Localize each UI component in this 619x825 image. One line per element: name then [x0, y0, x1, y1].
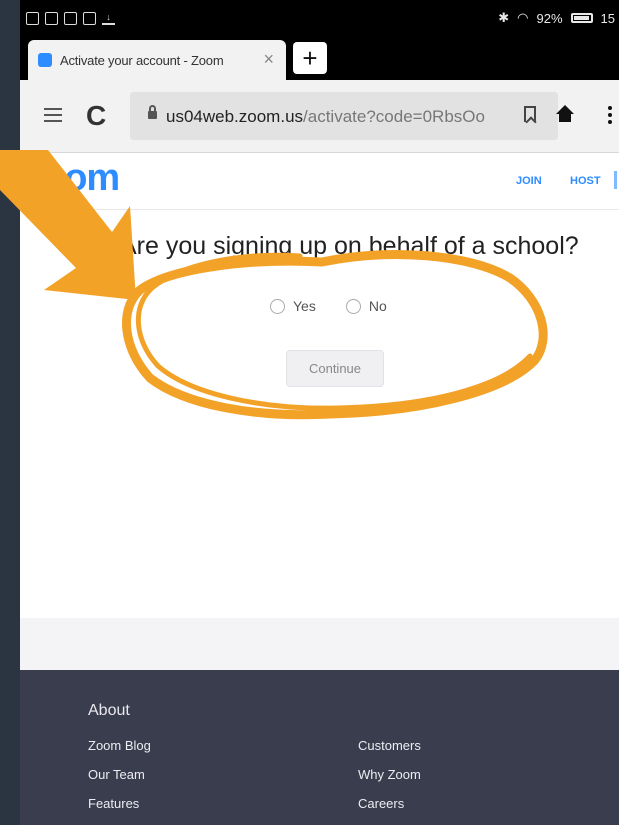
nav-menu-icon[interactable]: [614, 171, 617, 189]
app-icon: [64, 12, 77, 25]
address-bar[interactable]: us04web.zoom.us/activate?code=0RbsOo: [130, 92, 558, 140]
radio-no[interactable]: [345, 298, 361, 314]
radio-no-label: No: [368, 298, 387, 314]
zoom-logo[interactable]: zoom: [24, 157, 120, 200]
bookmark-icon[interactable]: [524, 106, 536, 122]
more-icon[interactable]: [608, 106, 612, 127]
battery-icon: [570, 13, 593, 23]
notification-icon: [26, 12, 39, 25]
zoom-favicon-icon: [38, 53, 52, 67]
phone-screen: ↓ ✱ ◠ 92% 15 Activate your account - Zoo…: [20, 0, 619, 825]
status-bar: ↓ ✱ ◠ 92% 15: [20, 0, 619, 36]
menu-icon[interactable]: [44, 108, 62, 126]
radio-yes[interactable]: [270, 298, 285, 314]
url-host: us04web.zoom.us: [166, 107, 304, 126]
tab-strip: Activate your account - Zoom × +: [20, 36, 619, 80]
footer-divider: [20, 618, 619, 670]
image-icon: [45, 12, 58, 25]
close-icon[interactable]: ×: [263, 49, 274, 70]
footer-link[interactable]: Careers: [358, 796, 421, 825]
lock-icon: [148, 105, 157, 119]
footer-link[interactable]: Our Team: [88, 767, 151, 796]
app-icon: [83, 12, 96, 25]
school-radio-group: Yes No: [270, 298, 387, 314]
notification-icons: ↓: [26, 12, 115, 25]
url-path: /activate?code=0RbsOo: [303, 107, 485, 126]
home-icon[interactable]: [556, 105, 574, 122]
page-title: Are you signing up on behalf of a school…: [120, 232, 579, 260]
footer-link[interactable]: Zoom Blog: [88, 738, 151, 767]
tab-title: Activate your account - Zoom: [60, 52, 224, 68]
url-text[interactable]: us04web.zoom.us/activate?code=0RbsOo: [166, 107, 485, 127]
nav-host[interactable]: HOST: [570, 175, 601, 187]
battery-percent: 92%: [536, 10, 563, 26]
radio-option-yes[interactable]: Yes: [270, 298, 316, 314]
bluetooth-icon: ✱: [498, 10, 510, 25]
site-header: zoom JOIN HOST: [20, 153, 619, 210]
reload-icon[interactable]: C: [86, 100, 106, 132]
status-right: ✱ ◠ 92% 15: [498, 10, 615, 26]
radio-yes-label: Yes: [293, 298, 316, 314]
activation-form: Are you signing up on behalf of a school…: [20, 210, 619, 618]
footer-heading: About: [88, 702, 130, 719]
browser-toolbar: C us04web.zoom.us/activate?code=0RbsOo: [20, 80, 619, 153]
footer-link[interactable]: Why Zoom: [358, 767, 421, 796]
continue-button[interactable]: Continue: [286, 350, 384, 387]
footer-column-1: Zoom Blog Our Team Features: [88, 738, 151, 825]
new-tab-button[interactable]: +: [293, 42, 327, 74]
footer-link[interactable]: Customers: [358, 738, 421, 767]
download-icon: ↓: [102, 12, 115, 25]
footer-link[interactable]: Features: [88, 796, 151, 825]
nav-join[interactable]: JOIN: [516, 175, 542, 187]
wifi-icon: ◠: [517, 10, 529, 25]
footer-column-2: Customers Why Zoom Careers: [358, 738, 421, 825]
browser-tab[interactable]: Activate your account - Zoom ×: [28, 40, 286, 80]
radio-option-no[interactable]: No: [345, 298, 387, 314]
footer: About Zoom Blog Our Team Features Custom…: [20, 670, 619, 825]
clock: 15: [600, 10, 615, 26]
